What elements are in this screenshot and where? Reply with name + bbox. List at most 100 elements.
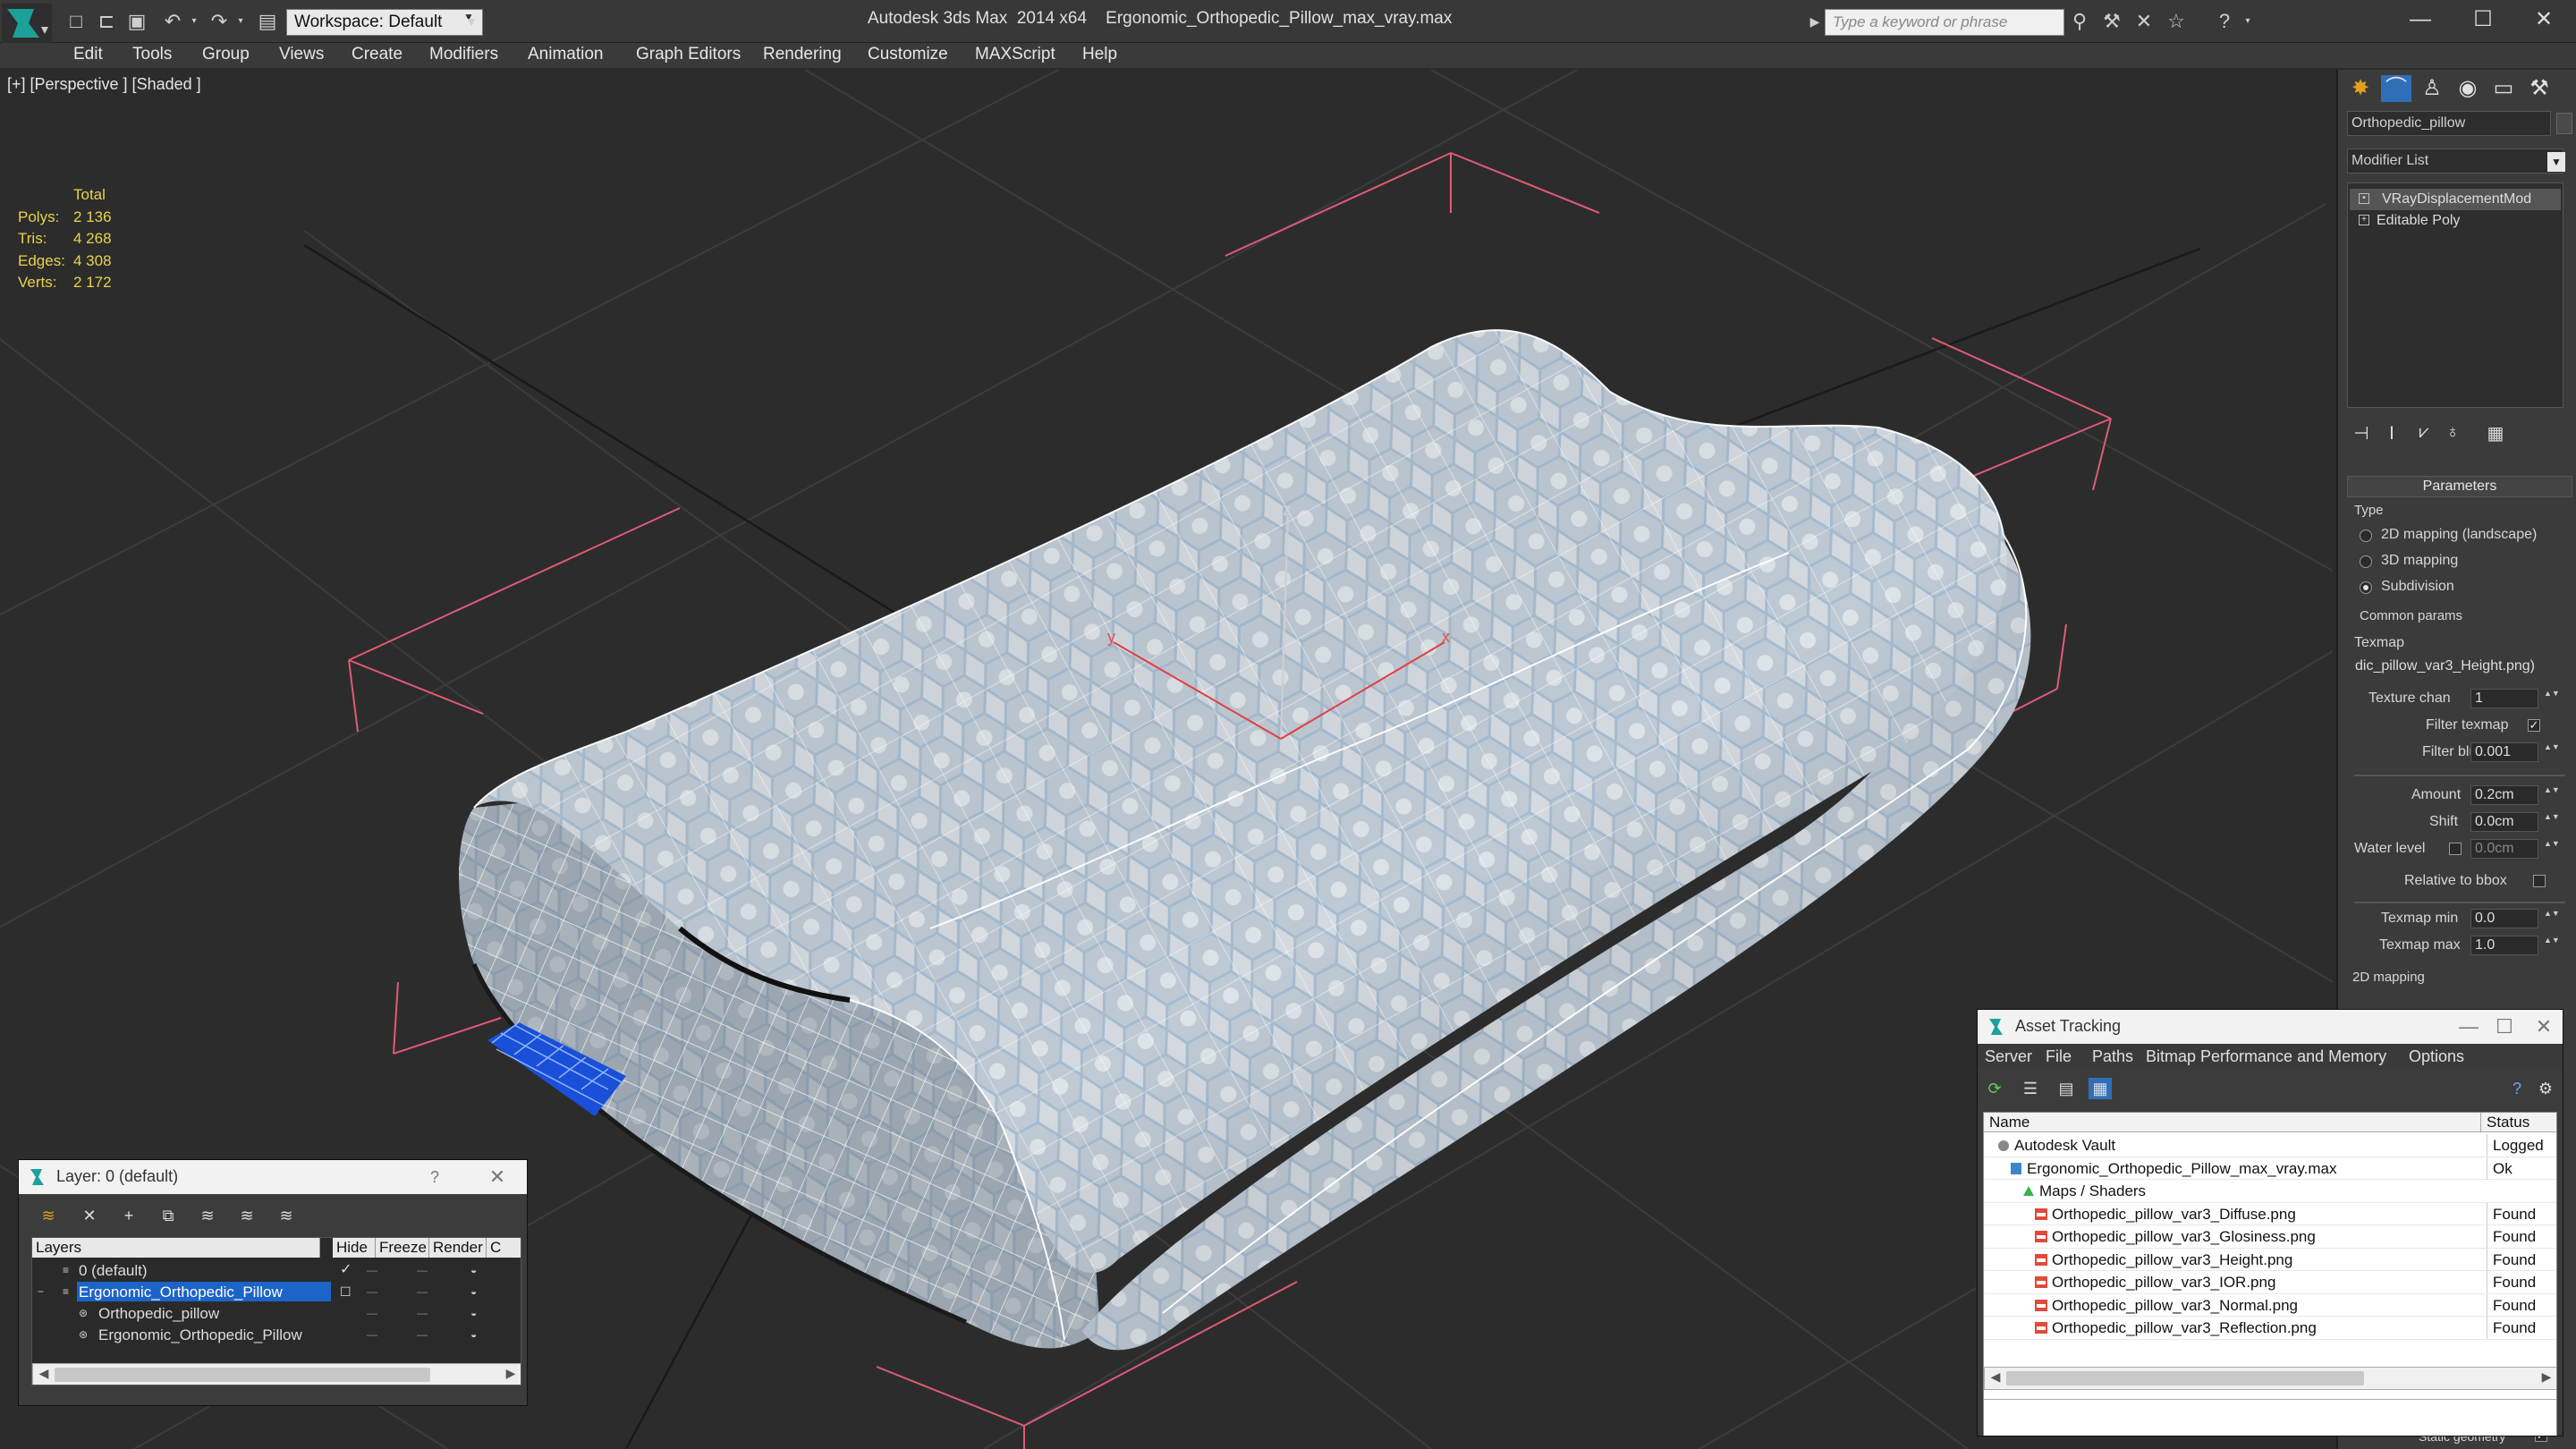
save-icon[interactable]: ▣	[125, 11, 148, 32]
shift-spinner[interactable]: ▲▼	[2544, 812, 2560, 832]
scroll-thumb[interactable]	[2006, 1371, 2364, 1385]
active-layer-check-icon[interactable]: ✓	[340, 1259, 352, 1281]
water-level-field[interactable]: 0.0cm	[2470, 839, 2538, 859]
radio-subdivision[interactable]	[2360, 581, 2372, 594]
workspace-menu-icon[interactable]: ▼	[460, 11, 483, 32]
menu-views[interactable]: Views	[279, 45, 324, 64]
render-toggle-icon[interactable]: ◒	[470, 1259, 477, 1281]
filter-texmap-checkbox[interactable]: ✓	[2528, 719, 2540, 732]
shift-field[interactable]: 0.0cm	[2470, 812, 2538, 832]
freeze-toggle[interactable]: —	[417, 1281, 428, 1302]
layer-row[interactable]: ≡ 0 (default) ✓ — — ◒	[32, 1259, 521, 1281]
lightbulb-icon[interactable]: •	[2359, 193, 2369, 204]
binoculars-icon[interactable]: ⚲	[2068, 11, 2091, 32]
texture-chan-spinner[interactable]: ▲▼	[2544, 689, 2560, 708]
column-extra[interactable]: C	[487, 1238, 521, 1258]
new-layer-icon[interactable]: ≋	[37, 1205, 60, 1226]
utilities-tab-icon[interactable]: ⚒	[2524, 75, 2555, 102]
table-row[interactable]: Maps / Shaders	[1984, 1180, 2556, 1203]
hide-toggle[interactable]: —	[367, 1324, 377, 1345]
menu-help[interactable]: Help	[1082, 45, 1117, 64]
asset-path-field[interactable]	[1984, 1399, 2556, 1435]
close-button[interactable]: ✕	[2517, 4, 2571, 36]
texmap-button[interactable]: dic_pillow_var3_Height.png)	[2351, 657, 2567, 676]
menu-animation[interactable]: Animation	[528, 45, 604, 64]
render-toggle-icon[interactable]: ◒	[470, 1302, 477, 1324]
asset-menu-options[interactable]: Options	[2409, 1047, 2464, 1066]
hide-toggle[interactable]: —	[367, 1302, 377, 1324]
modifier-list-dropdown[interactable]: Modifier List	[2347, 148, 2563, 174]
communication-icon[interactable]: ✕	[2132, 11, 2156, 32]
column-hide[interactable]: Hide	[333, 1238, 376, 1258]
project-folder-icon[interactable]: ▤	[256, 11, 279, 32]
add-to-layer-icon[interactable]: +	[117, 1205, 140, 1226]
layer-row[interactable]: − ≡ Ergonomic_Orthopedic_Pillow ☐ — — ◒	[32, 1281, 521, 1302]
column-freeze[interactable]: Freeze	[376, 1238, 429, 1258]
configure-sets-icon[interactable]: ▦	[2483, 422, 2508, 447]
scroll-left-icon[interactable]: ◀	[1988, 1369, 2003, 1385]
asset-menu-server[interactable]: Server	[1985, 1047, 2032, 1066]
relative-bbox-checkbox[interactable]	[2533, 875, 2546, 887]
asset-menu-paths[interactable]: Paths	[2092, 1047, 2133, 1066]
motion-tab-icon[interactable]: ◉	[2453, 75, 2483, 102]
help-dropdown-icon[interactable]: ▾	[2236, 11, 2259, 32]
horizontal-scrollbar[interactable]: ◀ ▶	[32, 1363, 521, 1385]
workspace-select[interactable]: Workspace: Default	[286, 9, 483, 36]
table-row[interactable]: Orthopedic_pillow_var3_Height.png Found	[1984, 1248, 2556, 1271]
menu-customize[interactable]: Customize	[868, 45, 948, 64]
chevron-down-icon[interactable]: ▼	[2547, 152, 2565, 172]
minimize-button[interactable]: —	[2394, 4, 2447, 36]
list-view-icon[interactable]: ☰	[2019, 1078, 2042, 1099]
undo-dropdown-icon[interactable]: ▾	[182, 11, 206, 32]
table-row[interactable]: Orthopedic_pillow_var3_Normal.png Found	[1984, 1293, 2556, 1317]
column-layers[interactable]: Layers	[32, 1238, 320, 1258]
object-color-swatch[interactable]	[2556, 113, 2572, 134]
select-objects-icon[interactable]: ⧉	[157, 1205, 180, 1226]
asset-menu-bitmap[interactable]: Bitmap Performance and Memory	[2146, 1047, 2386, 1066]
hide-all-icon[interactable]: ≋	[235, 1205, 258, 1226]
layer-table[interactable]: Layers Hide Freeze Render C ≡ 0 (default…	[31, 1237, 521, 1385]
freeze-all-icon[interactable]: ≋	[275, 1205, 298, 1226]
help-icon[interactable]: ?	[2505, 1078, 2529, 1099]
hierarchy-tab-icon[interactable]: ♙	[2417, 75, 2447, 102]
settings-icon[interactable]: ⚙	[2534, 1078, 2557, 1099]
maximize-button[interactable]: ☐	[2456, 4, 2510, 36]
help-button[interactable]: ?	[421, 1164, 448, 1191]
highlight-layer-icon[interactable]: ≋	[196, 1205, 219, 1226]
texmap-max-spinner[interactable]: ▲▼	[2544, 936, 2560, 955]
favorites-star-icon[interactable]: ☆	[2165, 11, 2188, 32]
texture-chan-field[interactable]: 1	[2470, 689, 2538, 708]
scroll-left-icon[interactable]: ◀	[37, 1366, 51, 1381]
remove-modifier-icon[interactable]: ♁	[2440, 422, 2465, 447]
table-row[interactable]: Orthopedic_pillow_var3_Glosiness.png Fou…	[1984, 1225, 2556, 1249]
refresh-icon[interactable]: ⟳	[1983, 1078, 2006, 1099]
column-render[interactable]: Render	[429, 1238, 487, 1258]
table-view-icon[interactable]: ▦	[2089, 1078, 2112, 1099]
asset-menu-file[interactable]: File	[2046, 1047, 2072, 1066]
undo-icon[interactable]: ↶	[161, 11, 184, 32]
render-toggle-icon[interactable]: ◒	[470, 1281, 477, 1302]
radio-3d-mapping[interactable]	[2360, 555, 2372, 568]
filter-blur-field[interactable]: 0.001	[2470, 742, 2538, 762]
close-button[interactable]: ✕	[2530, 1013, 2557, 1040]
search-input[interactable]: Type a keyword or phrase	[1825, 9, 2064, 36]
subscription-icon[interactable]: ⚒	[2100, 11, 2123, 32]
open-file-icon[interactable]: ⊏	[95, 11, 118, 32]
menu-graph-editors[interactable]: Graph Editors	[636, 45, 741, 64]
menu-create[interactable]: Create	[352, 45, 402, 64]
minimize-button[interactable]: —	[2455, 1013, 2482, 1040]
water-level-spinner[interactable]: ▲▼	[2544, 839, 2560, 859]
parameters-header[interactable]: Parameters	[2347, 476, 2572, 497]
render-toggle-icon[interactable]: ◒	[470, 1324, 477, 1345]
display-tab-icon[interactable]: ▭	[2488, 75, 2519, 102]
detail-view-icon[interactable]: ▤	[2055, 1078, 2078, 1099]
asset-table[interactable]: Name Status Autodesk Vault Logged Ergono…	[1983, 1112, 2557, 1436]
column-status[interactable]: Status	[2481, 1113, 2556, 1132]
menu-modifiers[interactable]: Modifiers	[429, 45, 498, 64]
table-row[interactable]: Orthopedic_pillow_var3_Diffuse.png Found	[1984, 1202, 2556, 1225]
scroll-thumb[interactable]	[55, 1368, 430, 1382]
new-file-icon[interactable]: □	[64, 11, 88, 32]
radio-2d-mapping[interactable]	[2360, 530, 2372, 542]
hide-toggle[interactable]: —	[367, 1281, 377, 1302]
stack-item-vraydisplacement[interactable]: • VRayDisplacementMod	[2350, 189, 2561, 210]
